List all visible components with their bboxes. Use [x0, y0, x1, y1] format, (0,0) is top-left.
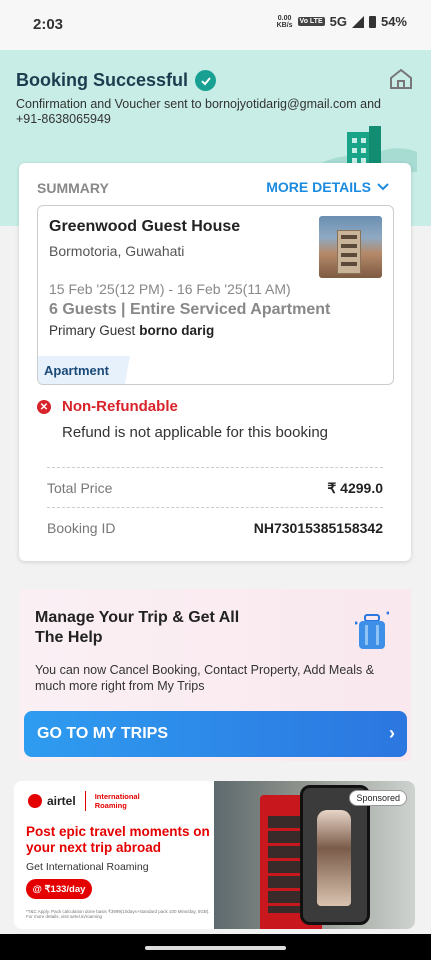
summary-label: SUMMARY: [37, 180, 109, 196]
total-price-row: Total Price ₹ 4299.0: [47, 467, 383, 507]
guests-info: 6 Guests | Entire Serviced Apartment: [49, 301, 331, 318]
airtel-logo: airtel International Roaming: [28, 791, 140, 811]
suitcase-icon: [354, 611, 390, 651]
airtel-logo-icon: [28, 794, 42, 808]
sponsored-ad-banner[interactable]: airtel International Roaming Post epic t…: [14, 781, 415, 929]
battery-level: 54%: [380, 14, 407, 29]
close-circle-icon: ✕: [37, 400, 51, 414]
ad-image: Sponsored: [214, 781, 415, 929]
chevron-down-icon: [377, 183, 389, 191]
total-price-value: ₹ 4299.0: [327, 480, 383, 496]
booking-id-label: Booking ID: [47, 520, 116, 536]
primary-guest-label: Primary Guest: [49, 323, 136, 338]
page-title: Booking Successful: [16, 70, 189, 90]
hotel-location: Bormotoria, Guwahati: [49, 243, 185, 259]
more-details-label: MORE DETAILS: [266, 179, 371, 195]
primary-guest: Primary Guest borno darig: [49, 323, 214, 338]
check-circle-icon: [195, 70, 217, 91]
promo-title: Manage Your Trip & Get All The Help: [35, 609, 240, 646]
network-speed: 0.00 KB/s: [276, 14, 293, 29]
phone-mockup-image: [300, 785, 370, 925]
home-icon[interactable]: [389, 68, 413, 95]
sponsored-badge: Sponsored: [349, 790, 407, 806]
status-icons: 0.00 KB/s Vo LTE 5G 54%: [277, 14, 407, 29]
system-nav-bar: [0, 934, 431, 960]
status-bar: 2:03 0.00 KB/s Vo LTE 5G 54%: [0, 0, 431, 50]
signal-icon: [351, 15, 364, 28]
ad-brand: airtel: [47, 794, 76, 808]
property-type-tag: Apartment: [38, 356, 148, 384]
home-gesture-handle[interactable]: [145, 946, 286, 950]
refund-title: Non-Refundable: [62, 398, 178, 415]
title-row: Booking Successful: [16, 70, 217, 91]
battery-icon: [368, 15, 376, 28]
status-time: 2:03: [33, 16, 64, 33]
booking-id-row: Booking ID NH73015385158342: [47, 507, 383, 547]
ad-headline: Post epic travel moments on your next tr…: [26, 824, 210, 855]
hotel-name: Greenwood Guest House: [49, 218, 241, 235]
booking-id-value: NH73015385158342: [253, 520, 383, 536]
chevron-right-icon: ›: [389, 723, 395, 743]
my-trips-promo: Manage Your Trip & Get All The Help You …: [20, 589, 411, 761]
ad-price-pill: @ ₹133/day: [26, 879, 92, 899]
more-details-button[interactable]: MORE DETAILS: [266, 179, 389, 195]
go-to-my-trips-button[interactable]: GO TO MY TRIPS ›: [24, 711, 407, 757]
summary-card: SUMMARY MORE DETAILS Greenwood Guest Hou…: [19, 163, 411, 561]
hotel-details[interactable]: Greenwood Guest House Bormotoria, Guwaha…: [37, 205, 394, 385]
stay-dates: 15 Feb '25(12 PM) - 16 Feb '25(11 AM): [49, 281, 291, 297]
total-price-label: Total Price: [47, 480, 113, 496]
ad-subline: Get International Roaming: [26, 861, 149, 873]
go-to-my-trips-label: GO TO MY TRIPS: [37, 725, 168, 742]
property-type-label: Apartment: [44, 363, 110, 378]
ad-fineprint: *T&C Apply. Pack calculation done basis …: [26, 909, 210, 919]
network-type: 5G: [329, 14, 347, 29]
volte-icon: Vo LTE: [297, 17, 325, 26]
promo-text: You can now Cancel Booking, Contact Prop…: [35, 663, 375, 693]
hotel-image: [319, 216, 382, 278]
ad-brand-sub: International Roaming: [94, 792, 140, 810]
refund-text: Refund is not applicable for this bookin…: [62, 424, 329, 441]
primary-guest-name: borno darig: [139, 323, 215, 338]
